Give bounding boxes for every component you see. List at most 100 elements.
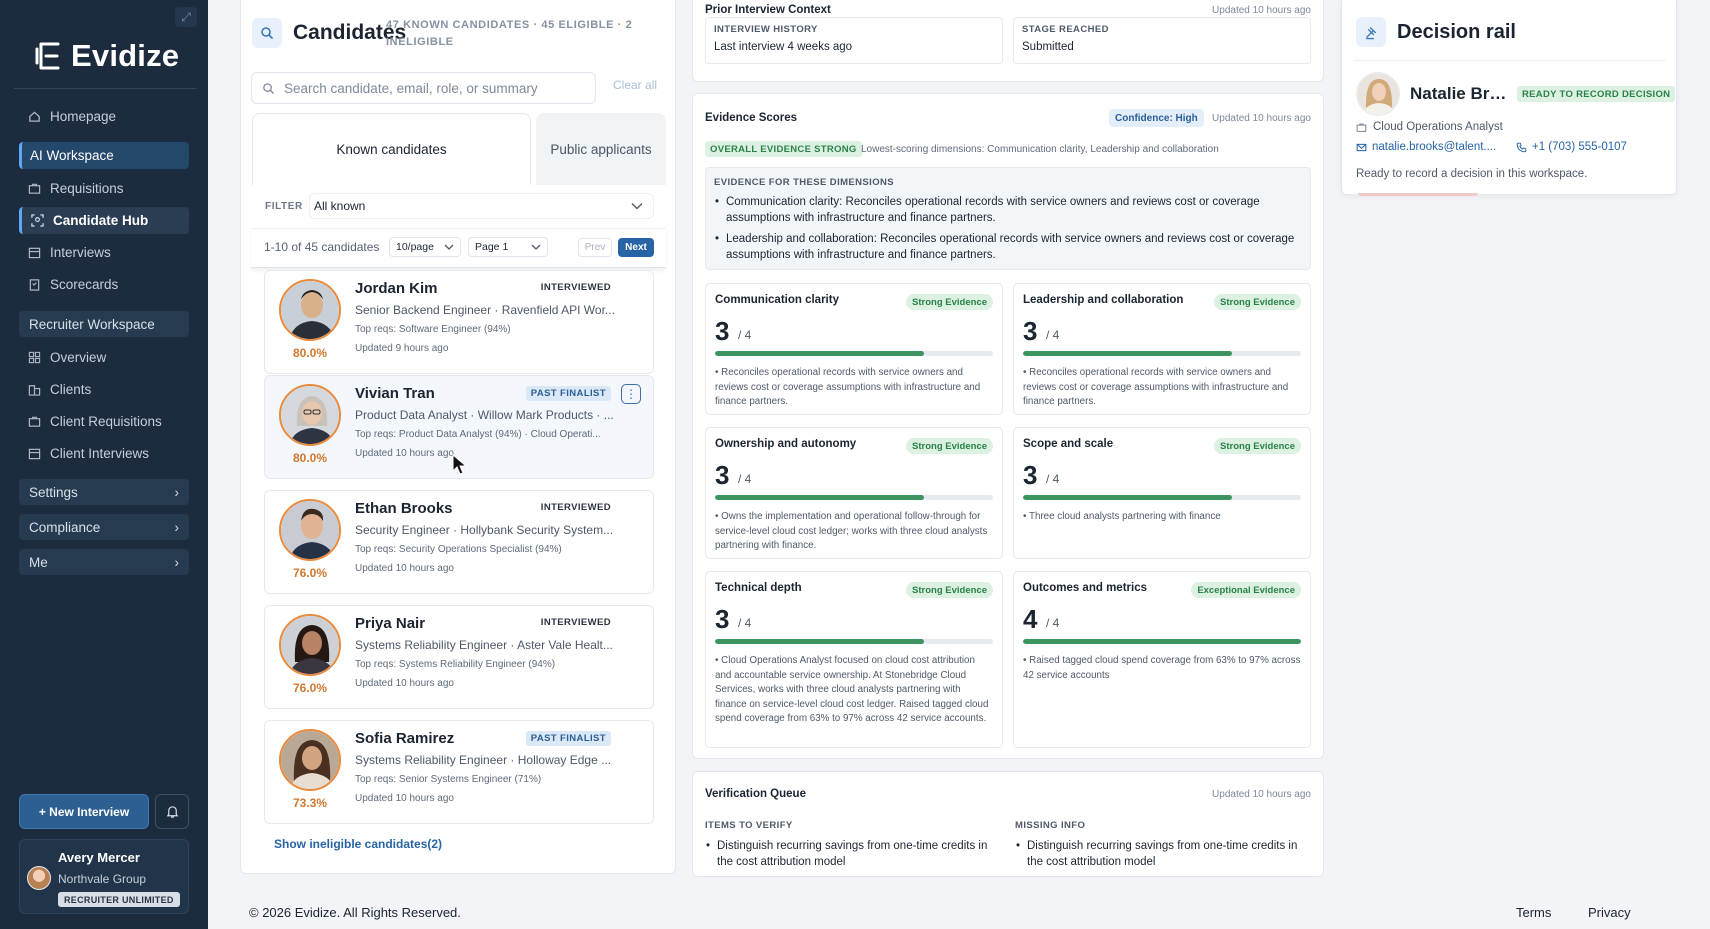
phone-icon <box>1516 142 1527 152</box>
candidates-panel: Candidates 47 KNOWN CANDIDATES · 45 ELIG… <box>240 0 676 874</box>
email-link[interactable]: natalie.brooks@talent.... <box>1356 141 1496 153</box>
briefcase-icon <box>1356 122 1367 132</box>
brand-logo[interactable]: Evidize <box>33 38 179 74</box>
evidence-summary-box: EVIDENCE FOR THESE DIMENSIONS Communicat… <box>705 167 1311 270</box>
building-icon <box>27 383 41 397</box>
candidate-name[interactable]: Ethan Brooks <box>355 500 453 517</box>
nav-clients[interactable]: Clients <box>19 376 189 403</box>
nav-client-interviews[interactable]: Client Interviews <box>19 440 189 467</box>
role-text: Cloud Operations Analyst <box>1373 121 1503 133</box>
dimension-card: Scope and scale Strong Evidence 3 / 4 • … <box>1013 427 1311 559</box>
bell-icon[interactable] <box>155 794 189 829</box>
candidate-updated: Updated 9 hours ago <box>355 343 449 354</box>
page-select[interactable]: Page 1 <box>468 237 548 257</box>
evidence-level-badge: Exceptional Evidence <box>1191 582 1301 598</box>
pagination-bar: 1-10 of 45 candidates 10/page Page 1 Pre… <box>251 228 666 268</box>
score-bar-fill <box>1023 639 1301 644</box>
dimension-score: 3 <box>715 460 730 490</box>
candidate-card[interactable]: 80.0% Jordan Kim INTERVIEWED Senior Back… <box>264 270 654 374</box>
nav-label: Scorecards <box>50 277 119 292</box>
status-badge: PAST FINALIST <box>525 386 611 401</box>
hidden-action-edge <box>1358 193 1478 196</box>
candidate-name[interactable]: Priya Nair <box>355 615 425 632</box>
per-page-select[interactable]: 10/page <box>389 237 461 257</box>
score-bar <box>1023 495 1301 500</box>
status-badge: PAST FINALIST <box>525 731 611 746</box>
evidence-level-badge: Strong Evidence <box>1214 438 1301 454</box>
confidence-badge: Confidence: High <box>1109 109 1204 127</box>
nav-client-requisitions[interactable]: Client Requisitions <box>19 408 189 435</box>
nav-candidate-hub[interactable]: Candidate Hub <box>19 207 189 234</box>
footer-privacy-link[interactable]: Privacy <box>1588 905 1631 920</box>
interview-history-box: INTERVIEW HISTORY Last interview 4 weeks… <box>705 17 1003 64</box>
candidate-card[interactable]: 73.3% Sofia Ramirez PAST FINALIST System… <box>264 720 654 824</box>
status-badge: INTERVIEWED <box>540 617 611 628</box>
candidate-top-reqs: Top reqs: Systems Reliability Engineer (… <box>355 659 556 670</box>
tab-public-applicants[interactable]: Public applicants <box>536 113 666 185</box>
nav-scorecards[interactable]: Scorecards <box>19 271 189 298</box>
candidate-card[interactable]: 76.0% Priya Nair INTERVIEWED Systems Rel… <box>264 605 654 709</box>
nav-label: Interviews <box>50 245 111 260</box>
dimension-score: 3 <box>1023 460 1038 490</box>
nav-label: Candidate Hub <box>53 213 149 228</box>
candidate-top-reqs: Top reqs: Software Engineer (94%) <box>355 324 511 335</box>
candidate-name[interactable]: Vivian Tran <box>355 385 435 402</box>
search-icon <box>263 82 275 94</box>
ready-text: Ready to record a decision in this works… <box>1356 168 1588 180</box>
filter-select[interactable]: All known <box>309 193 654 219</box>
dimension-name: Communication clarity <box>715 294 839 306</box>
nav-me[interactable]: Me › <box>19 549 189 575</box>
nav-label: Client Requisitions <box>50 414 162 429</box>
nav-recruiter-workspace[interactable]: Recruiter Workspace <box>19 311 189 337</box>
dimension-score-max: / 4 <box>1046 616 1060 630</box>
candidate-name: Natalie Brooks <box>1410 84 1510 103</box>
score-bar <box>715 351 993 356</box>
expand-icon[interactable]: ⤢ <box>175 7 197 27</box>
candidate-card[interactable]: 76.0% Ethan Brooks INTERVIEWED Security … <box>264 490 654 594</box>
more-options-icon[interactable]: ⋮ <box>621 384 641 404</box>
show-ineligible-link[interactable]: Show ineligible candidates(2) <box>274 837 442 851</box>
decision-rail: Decision rail Natalie Brooks READY TO RE… <box>1341 0 1677 196</box>
candidate-role: Product Data Analyst · Willow Mark Produ… <box>355 408 614 422</box>
pager-count: 1-10 of 45 candidates <box>264 240 380 254</box>
prev-button[interactable]: Prev <box>578 238 612 257</box>
dimension-evidence: • Reconciles operational records with se… <box>715 367 981 407</box>
filter-value: All known <box>314 199 366 213</box>
next-button[interactable]: Next <box>618 238 654 257</box>
plan-badge: RECRUITER UNLIMITED <box>58 892 180 907</box>
phone-link[interactable]: +1 (703) 555-0107 <box>1516 141 1627 153</box>
search-icon <box>252 18 282 48</box>
dimension-score: 3 <box>715 604 730 634</box>
user-card[interactable]: Avery Mercer Northvale Group RECRUITER U… <box>19 839 189 914</box>
dimension-score: 4 <box>1023 604 1038 634</box>
evidence-level-badge: Strong Evidence <box>1214 294 1301 310</box>
nav-compliance[interactable]: Compliance › <box>19 514 189 540</box>
match-score: 76.0% <box>292 681 328 695</box>
nav-requisitions[interactable]: Requisitions <box>19 175 189 202</box>
dimension-name: Scope and scale <box>1023 438 1114 450</box>
candidate-updated: Updated 10 hours ago <box>355 448 454 459</box>
search-input[interactable]: Search candidate, email, role, or summar… <box>251 72 596 104</box>
dimension-score-max: / 4 <box>1046 328 1060 342</box>
calendar-icon <box>27 246 41 260</box>
dimension-score: 3 <box>715 316 730 346</box>
overall-evidence-badge: OVERALL EVIDENCE STRONG <box>705 141 862 157</box>
candidate-name[interactable]: Jordan Kim <box>355 280 438 297</box>
briefcase-icon <box>27 182 41 196</box>
footer-terms-link[interactable]: Terms <box>1516 905 1551 920</box>
candidate-name[interactable]: Sofia Ramirez <box>355 730 454 747</box>
nav-interviews[interactable]: Interviews <box>19 239 189 266</box>
missing-item: Distinguish recurring savings from one-t… <box>1015 838 1305 870</box>
nav-homepage[interactable]: Homepage <box>19 103 189 130</box>
new-interview-button[interactable]: + New Interview <box>19 794 149 829</box>
dimension-score-max: / 4 <box>738 616 752 630</box>
score-bar <box>715 495 993 500</box>
nav-ai-workspace[interactable]: AI Workspace <box>19 142 189 169</box>
tab-known-candidates[interactable]: Known candidates <box>252 113 531 185</box>
nav-label: Compliance <box>29 519 101 535</box>
chevron-right-icon: › <box>174 484 180 500</box>
clear-all-link[interactable]: Clear all <box>613 78 657 92</box>
nav-settings[interactable]: Settings › <box>19 479 189 505</box>
score-bar <box>1023 639 1301 644</box>
nav-overview[interactable]: Overview <box>19 344 189 371</box>
